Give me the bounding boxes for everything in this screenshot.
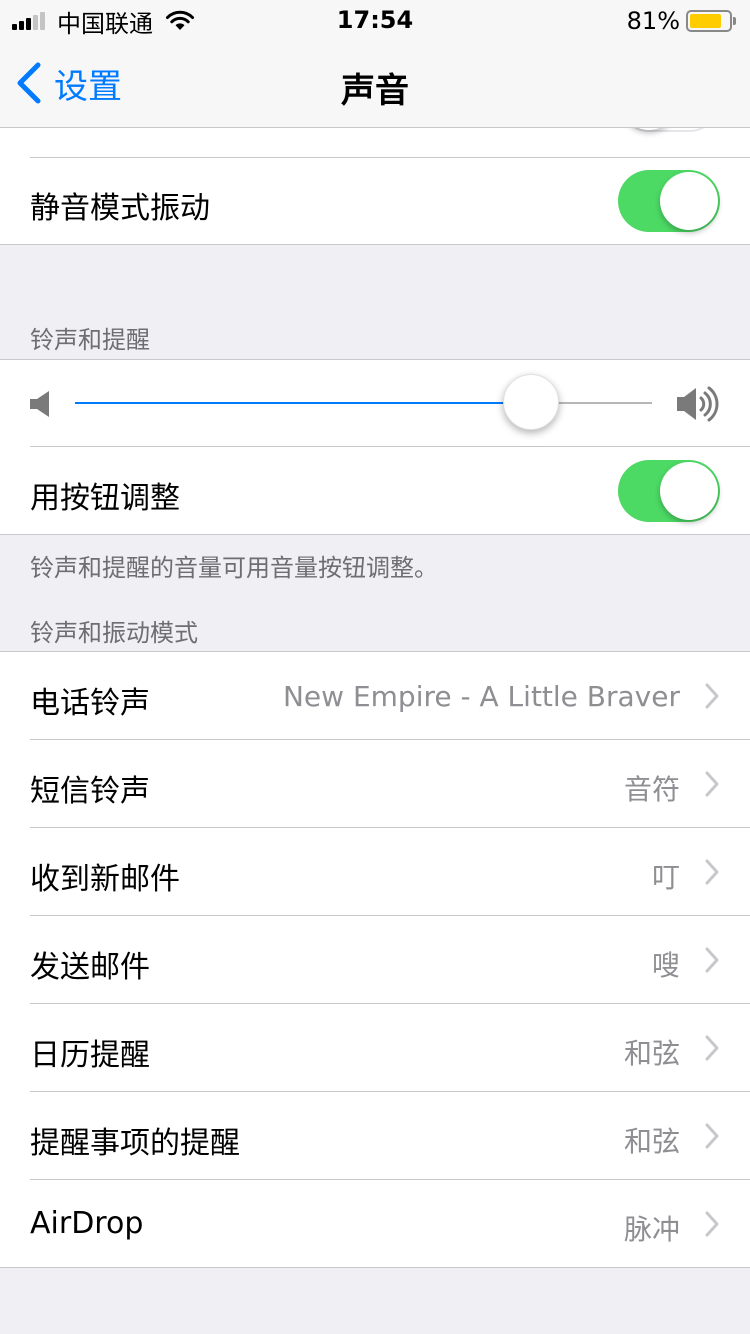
group-bottom-border xyxy=(0,244,750,245)
change-with-buttons-cell[interactable]: 用按钮调整 xyxy=(0,447,750,535)
battery-tip xyxy=(733,17,736,25)
change-with-buttons-label: 用按钮调整 xyxy=(30,481,180,516)
status-bar: 中国联通 17:54 81% xyxy=(0,0,750,40)
navigation-bar: 设置 声音 xyxy=(0,40,750,128)
ringer-section-header: 铃声和提醒 xyxy=(30,326,150,354)
chevron-right-icon xyxy=(705,1123,719,1149)
battery-percent: 81% xyxy=(626,7,680,35)
patterns-section-header: 铃声和振动模式 xyxy=(30,619,198,647)
group-bottom-border xyxy=(0,1267,750,1268)
list-item-text-tone[interactable]: 短信铃声 音符 xyxy=(0,740,750,828)
ringer-volume-cell xyxy=(0,360,750,447)
list-item-airdrop[interactable]: AirDrop 脉冲 xyxy=(0,1180,750,1267)
volume-high-icon xyxy=(677,386,719,422)
sounds-settings-screen: 中国联通 17:54 81% 设置 声音 静音模式振动 铃声和提醒 用按钮调整 … xyxy=(0,0,750,1334)
chevron-right-icon xyxy=(705,1211,719,1237)
list-item-value: 叮 xyxy=(651,861,680,894)
list-item-label: 收到新邮件 xyxy=(30,862,180,897)
volume-slider-track-filled xyxy=(75,402,531,404)
vibrate-on-silent-toggle[interactable] xyxy=(618,170,720,232)
chevron-right-icon xyxy=(705,771,719,797)
list-item-sent-mail[interactable]: 发送邮件 嗖 xyxy=(0,916,750,1004)
list-item-new-mail[interactable]: 收到新邮件 叮 xyxy=(0,828,750,916)
list-item-reminder-alerts[interactable]: 提醒事项的提醒 和弦 xyxy=(0,1092,750,1180)
volume-low-icon xyxy=(30,391,49,417)
page-title: 声音 xyxy=(341,71,409,111)
chevron-right-icon xyxy=(705,859,719,885)
volume-slider-thumb[interactable] xyxy=(502,374,559,430)
battery-icon xyxy=(686,10,732,32)
list-item-label: 短信铃声 xyxy=(30,774,150,809)
list-item-value: 和弦 xyxy=(623,1125,680,1158)
chevron-right-icon xyxy=(705,947,719,973)
battery-fill xyxy=(690,14,721,28)
toggle-knob xyxy=(660,462,718,520)
list-item-value: New Empire - A Little Braver xyxy=(282,680,680,713)
chevron-right-icon xyxy=(705,683,719,709)
list-item-calendar-alerts[interactable]: 日历提醒 和弦 xyxy=(0,1004,750,1092)
list-item-label: 电话铃声 xyxy=(30,686,150,721)
list-item-value: 嗖 xyxy=(651,949,680,982)
list-item-label: 提醒事项的提醒 xyxy=(30,1126,240,1161)
list-item-value: 音符 xyxy=(623,773,680,806)
toggle-knob xyxy=(660,172,718,230)
ringer-section-footer: 铃声和提醒的音量可用音量按钮调整。 xyxy=(30,554,438,582)
group-bottom-border xyxy=(0,534,750,535)
vibrate-on-silent-cell[interactable]: 静音模式振动 xyxy=(0,158,750,245)
status-right: 81% xyxy=(627,6,736,36)
list-item-label: AirDrop xyxy=(30,1206,144,1241)
chevron-right-icon xyxy=(705,1035,719,1061)
vibrate-on-silent-label: 静音模式振动 xyxy=(30,191,210,226)
change-with-buttons-toggle[interactable] xyxy=(618,460,720,522)
list-item-value: 脉冲 xyxy=(623,1213,680,1246)
list-item-ringtone[interactable]: 电话铃声 New Empire - A Little Braver xyxy=(0,652,750,740)
list-item-label: 发送邮件 xyxy=(30,950,150,985)
list-item-label: 日历提醒 xyxy=(30,1038,150,1073)
list-item-value: 和弦 xyxy=(623,1037,680,1070)
